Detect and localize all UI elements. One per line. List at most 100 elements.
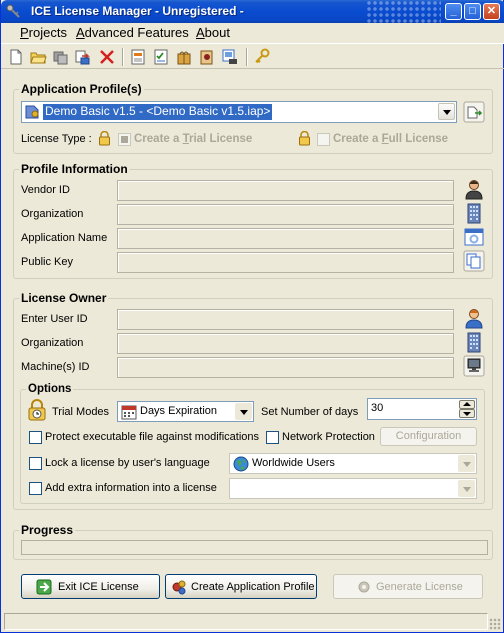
person-icon[interactable] xyxy=(463,178,485,200)
resize-grip-icon[interactable] xyxy=(489,618,501,630)
generate-gear-icon xyxy=(358,581,370,593)
title-bar[interactable]: ICE License Manager - Unregistered - _ □… xyxy=(1,0,504,23)
progress-title: Progress xyxy=(19,523,76,537)
enter-user-id-label: Enter User ID xyxy=(21,313,88,325)
toolbar-separator xyxy=(246,48,248,66)
chevron-down-icon[interactable] xyxy=(235,403,252,420)
copy-icon[interactable] xyxy=(52,48,70,66)
license-owner-title: License Owner xyxy=(19,291,109,305)
progress-bar xyxy=(21,540,488,555)
protect-executable-checkbox[interactable] xyxy=(29,431,42,444)
checklist-icon[interactable] xyxy=(152,48,170,66)
chevron-down-icon[interactable] xyxy=(438,103,455,120)
lock-language-label: Lock a license by user's language xyxy=(45,457,210,469)
building-icon[interactable] xyxy=(463,202,485,224)
profile-icon xyxy=(24,104,42,120)
application-profiles-title: Application Profile(s) xyxy=(19,82,144,96)
application-window-icon[interactable] xyxy=(463,226,485,248)
full-label-accel: F xyxy=(381,133,389,145)
profile-organization-field[interactable] xyxy=(117,204,454,225)
generate-license-label: Generate License xyxy=(376,581,463,593)
computer-icon[interactable] xyxy=(463,355,485,377)
chevron-down-icon[interactable] xyxy=(458,455,475,472)
public-key-field[interactable] xyxy=(117,252,454,273)
chevron-down-icon[interactable] xyxy=(458,480,475,497)
application-name-label: Application Name xyxy=(21,232,108,244)
menu-about[interactable]: About xyxy=(196,25,230,40)
trial-modes-select[interactable]: Days Expiration xyxy=(117,401,254,422)
copy-key-icon[interactable] xyxy=(463,250,485,272)
lock-icon xyxy=(299,131,310,146)
settings-icon[interactable] xyxy=(198,48,216,66)
maximize-button[interactable]: □ xyxy=(464,3,481,20)
spin-up-icon[interactable] xyxy=(459,400,475,409)
vendor-id-field[interactable] xyxy=(117,180,454,201)
language-select[interactable]: Worldwide Users xyxy=(229,453,477,474)
application-name-field[interactable] xyxy=(117,228,454,249)
language-value: Worldwide Users xyxy=(252,457,335,469)
globe-icon xyxy=(233,456,249,472)
options-title: Options xyxy=(26,383,74,395)
gears-icon xyxy=(172,580,186,595)
days-spinner[interactable]: 30 xyxy=(367,398,477,420)
vendor-id-label: Vendor ID xyxy=(21,184,70,196)
menu-advanced-features[interactable]: Advanced Features xyxy=(76,25,189,40)
spin-down-icon[interactable] xyxy=(459,409,475,418)
owner-organization-field[interactable] xyxy=(117,333,454,354)
create-profile-button[interactable]: Create Application Profile xyxy=(165,574,317,599)
open-folder-icon[interactable] xyxy=(29,48,47,66)
toolbar xyxy=(1,43,504,69)
export-icon[interactable] xyxy=(74,48,92,66)
public-key-label: Public Key xyxy=(21,256,73,268)
minimize-button[interactable]: _ xyxy=(445,3,462,20)
trial-modes-label: Trial Modes xyxy=(52,406,110,418)
delete-icon[interactable] xyxy=(98,48,116,66)
trial-license-label: Create a Trial License xyxy=(134,133,252,145)
profile-organization-label: Organization xyxy=(21,208,84,220)
application-profile-select[interactable]: Demo Basic v1.5 - <Demo Basic v1.5.iap> xyxy=(21,101,457,123)
exit-button[interactable]: Exit ICE License xyxy=(21,574,160,599)
generate-license-button[interactable]: Generate License xyxy=(333,574,483,599)
owner-organization-label: Organization xyxy=(21,337,84,349)
full-license-checkbox[interactable] xyxy=(317,133,330,146)
lock-language-checkbox[interactable] xyxy=(29,457,42,470)
selected-profile-text: Demo Basic v1.5 - <Demo Basic v1.5.iap> xyxy=(43,104,273,120)
days-value: 30 xyxy=(371,402,384,414)
protect-executable-label: Protect executable file against modifica… xyxy=(45,431,260,443)
extra-info-select[interactable] xyxy=(229,478,477,499)
gift-package-icon[interactable] xyxy=(175,48,193,66)
network-protection-checkbox[interactable] xyxy=(266,431,279,444)
full-label-pre: Create a xyxy=(333,133,382,145)
create-profile-label: Create Application Profile xyxy=(191,581,315,593)
trial-label-rest: rial License xyxy=(188,133,253,145)
title-decoration xyxy=(366,0,441,23)
report-icon[interactable] xyxy=(129,48,147,66)
exit-arrow-icon xyxy=(36,579,52,595)
machine-id-label: Machine(s) ID xyxy=(21,361,90,373)
close-button[interactable]: ✕ xyxy=(483,3,500,20)
full-license-label: Create a Full License xyxy=(333,133,448,145)
key-icon[interactable] xyxy=(253,48,271,66)
full-label-rest: ull License xyxy=(388,133,449,145)
menu-projects-accel: P xyxy=(20,25,29,40)
menu-projects[interactable]: Projects xyxy=(20,25,67,40)
extra-info-checkbox[interactable] xyxy=(29,482,42,495)
menu-about-accel: A xyxy=(196,25,205,40)
menu-bar: Projects Advanced Features About xyxy=(1,23,504,43)
trial-license-checkbox[interactable] xyxy=(118,133,131,146)
exit-button-label: Exit ICE License xyxy=(58,581,139,593)
preview-icon[interactable] xyxy=(221,48,239,66)
menu-about-label: bout xyxy=(204,25,230,40)
app-key-icon xyxy=(6,4,20,18)
building-icon[interactable] xyxy=(463,331,485,353)
window-title: ICE License Manager - Unregistered - xyxy=(31,4,244,18)
status-pane xyxy=(4,613,488,630)
machine-id-field[interactable] xyxy=(117,357,454,378)
new-document-icon[interactable] xyxy=(7,48,25,66)
license-type-label: License Type : xyxy=(21,133,92,145)
main-window: ICE License Manager - Unregistered - _ □… xyxy=(0,0,504,633)
user-id-field[interactable] xyxy=(117,309,454,330)
load-profile-icon[interactable] xyxy=(463,101,485,123)
configuration-button[interactable]: Configuration xyxy=(380,427,477,446)
user-icon[interactable] xyxy=(463,307,485,329)
